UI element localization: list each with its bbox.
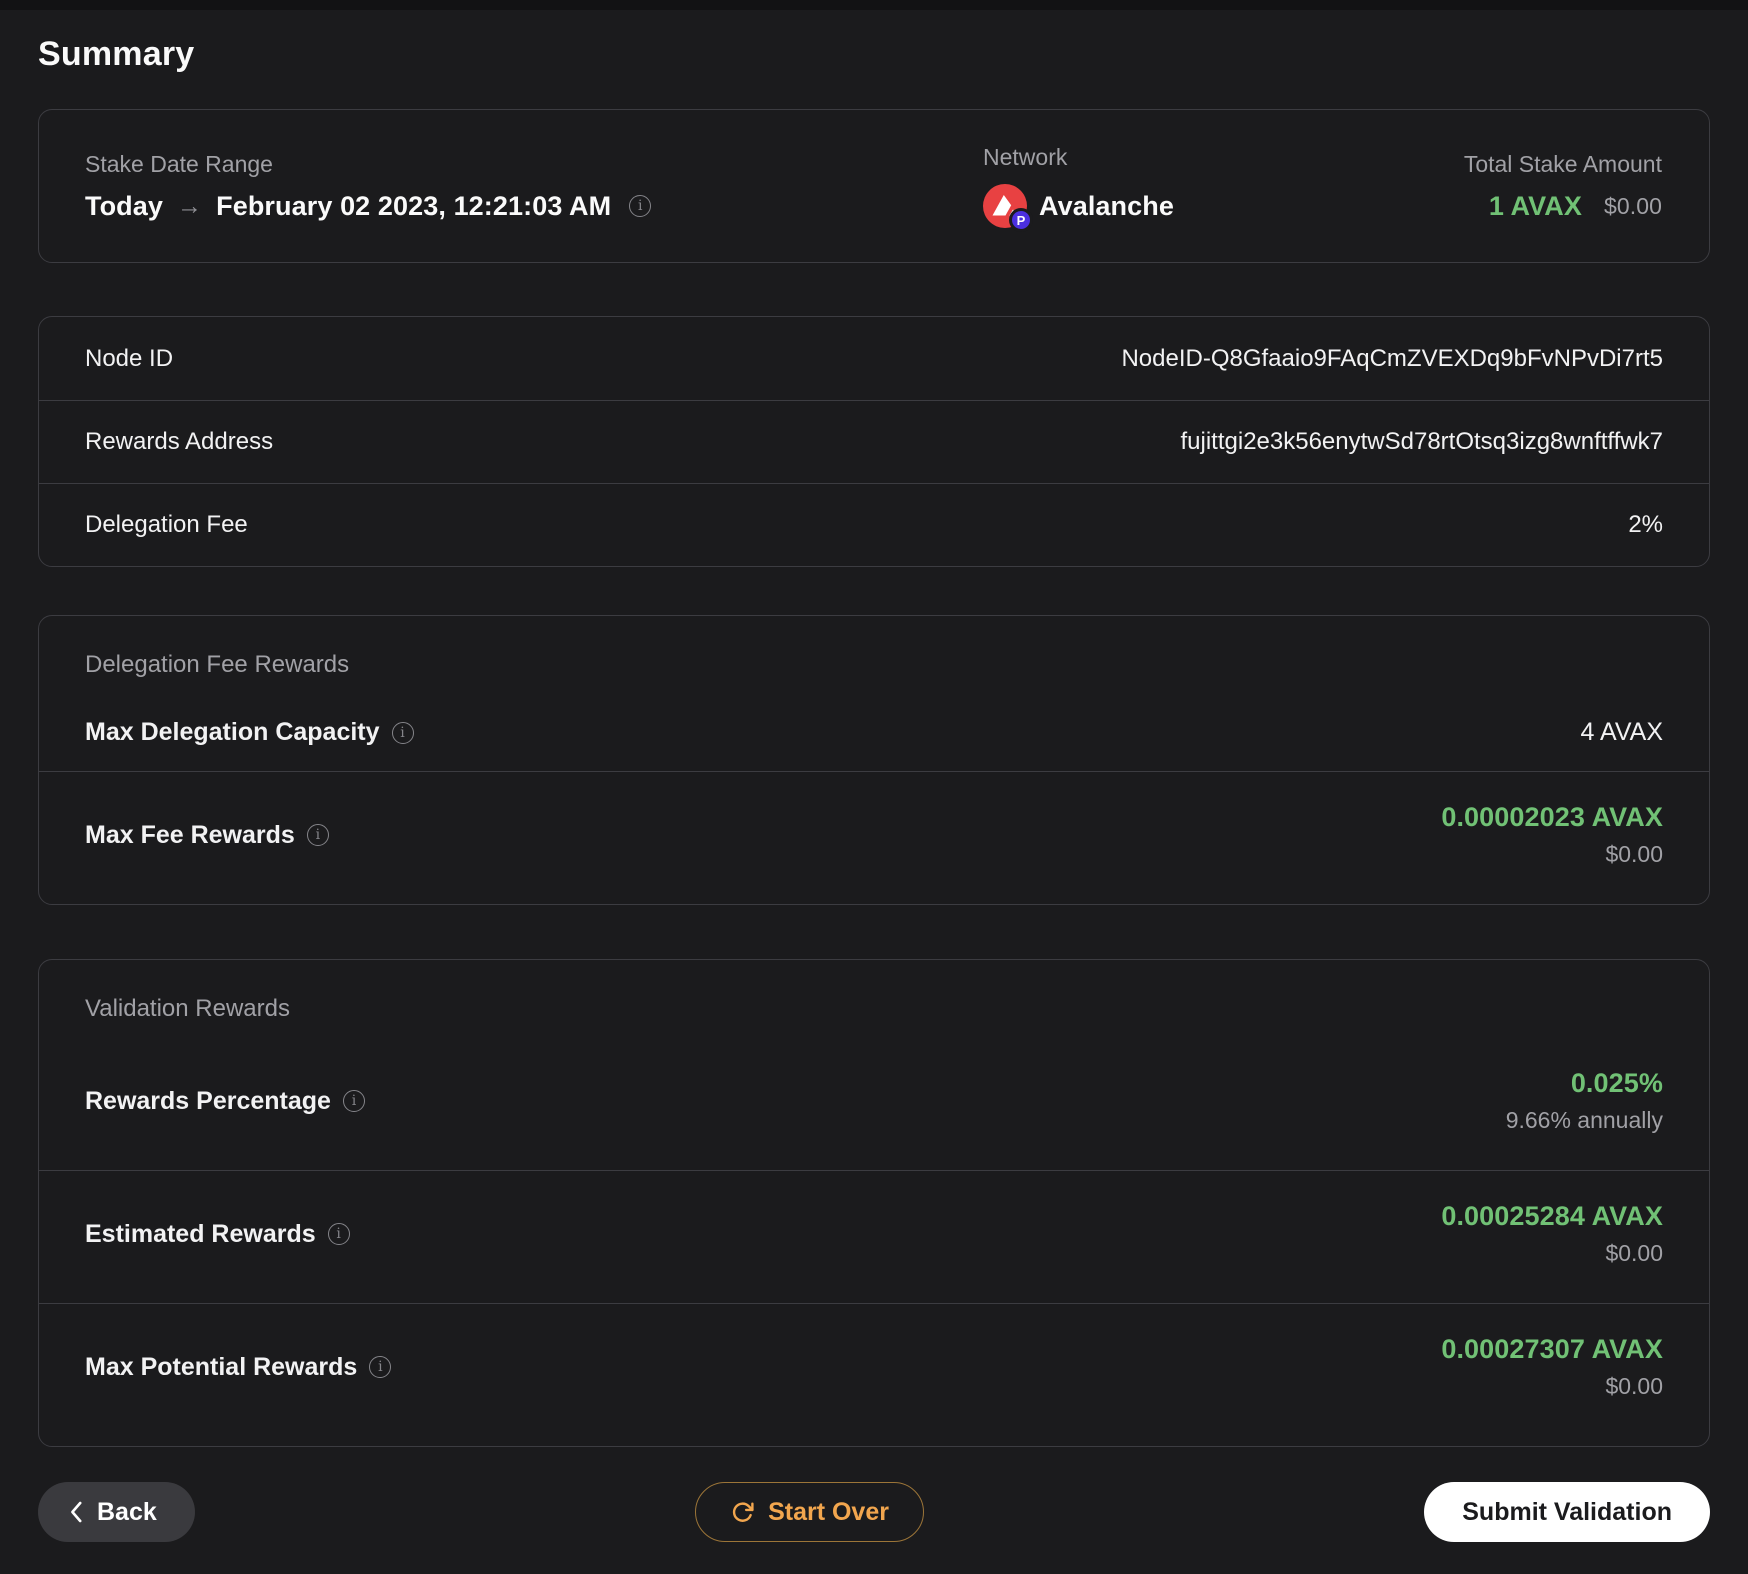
validator-details-card: Node ID NodeID-Q8Gfaaio9FAqCmZVEXDq9bFvN… [38, 316, 1710, 567]
stake-date-to: February 02 2023, 12:21:03 AM [216, 190, 612, 221]
arrow-right-icon: → [177, 191, 203, 220]
table-row-delegation-fee: Delegation Fee 2% [39, 483, 1709, 566]
delegation-fee-rewards-card: Delegation Fee Rewards Max Delegation Ca… [38, 615, 1710, 905]
max-potential-rewards-values: 0.00027307 AVAX $0.00 [1441, 1334, 1663, 1400]
estimated-rewards-text: Estimated Rewards [85, 1219, 316, 1248]
network-name: Avalanche [1039, 190, 1174, 221]
validation-rewards-title: Validation Rewards [85, 995, 290, 1022]
delegation-fee-label: Delegation Fee [85, 511, 248, 538]
max-delegation-capacity-text: Max Delegation Capacity [85, 718, 380, 746]
rewards-percentage-text: Rewards Percentage [85, 1086, 331, 1115]
rewards-address-label: Rewards Address [85, 428, 274, 455]
info-icon[interactable] [306, 824, 329, 846]
max-potential-rewards-label: Max Potential Rewards [85, 1352, 392, 1382]
delegation-fee-rewards-title: Delegation Fee Rewards [85, 651, 350, 678]
max-delegation-capacity-label: Max Delegation Capacity [85, 718, 414, 747]
info-icon[interactable] [327, 1223, 350, 1245]
rewards-percentage-label: Rewards Percentage [85, 1087, 365, 1116]
delegation-fee-value: 2% [1628, 511, 1663, 538]
stake-date-from: Today [85, 190, 164, 221]
stake-date-range-group: Stake Date Range Today → February 02 202… [85, 151, 983, 222]
top-edge-strip [0, 0, 1748, 10]
info-icon[interactable] [342, 1090, 365, 1112]
submit-validation-button[interactable]: Submit Validation [1424, 1482, 1710, 1542]
max-potential-rewards-row: Max Potential Rewards 0.00027307 AVAX $0… [39, 1303, 1709, 1446]
chevron-left-icon [68, 1500, 84, 1524]
submit-validation-label: Submit Validation [1462, 1497, 1672, 1526]
estimated-rewards-usd: $0.00 [1605, 1240, 1663, 1266]
max-delegation-capacity-row: Max Delegation Capacity 4 AVAX [39, 694, 1709, 771]
rewards-percentage-row: Rewards Percentage 0.025% 9.66% annually [39, 1038, 1709, 1170]
max-fee-rewards-text: Max Fee Rewards [85, 820, 295, 849]
info-icon[interactable] [391, 721, 414, 744]
total-stake-usd: $0.00 [1603, 192, 1662, 219]
node-id-value: NodeID-Q8Gfaaio9FAqCmZVEXDq9bFvNPvDi7rt5 [1121, 344, 1663, 372]
total-stake-amount: 1 AVAX [1488, 190, 1582, 221]
node-id-label: Node ID [85, 344, 174, 372]
table-row-node-id: Node ID NodeID-Q8Gfaaio9FAqCmZVEXDq9bFvN… [39, 317, 1709, 400]
total-stake-group: Total Stake Amount 1 AVAX $0.00 [1464, 151, 1662, 222]
max-fee-rewards-row: Max Fee Rewards 0.00002023 AVAX $0.00 [39, 771, 1709, 904]
network-group: Network P Avalanche [983, 144, 1464, 232]
p-chain-badge: P [1009, 208, 1033, 232]
max-delegation-capacity-value: 4 AVAX [1580, 718, 1663, 746]
stake-overview-card: Stake Date Range Today → February 02 202… [38, 109, 1710, 263]
rewards-address-value: fujittgi2e3k56enytwSd78rtOtsq3izg8wnftff… [1180, 428, 1664, 455]
info-icon[interactable] [369, 1356, 392, 1378]
table-row-rewards-address: Rewards Address fujittgi2e3k56enytwSd78r… [39, 400, 1709, 483]
start-over-button-label: Start Over [768, 1497, 889, 1526]
network-value: P Avalanche [983, 184, 1464, 232]
avalanche-logo-icon: P [983, 184, 1033, 232]
network-label: Network [983, 144, 1068, 170]
stake-date-range-value: Today → February 02 2023, 12:21:03 AM [85, 191, 983, 222]
back-button[interactable]: Back [38, 1482, 195, 1542]
estimated-rewards-values: 0.00025284 AVAX $0.00 [1441, 1201, 1663, 1267]
info-icon[interactable] [629, 195, 652, 217]
validation-rewards-card: Validation Rewards Rewards Percentage 0.… [38, 959, 1710, 1447]
action-bar: Back Start Over Submit Validation [38, 1482, 1710, 1542]
max-fee-rewards-usd: $0.00 [1605, 841, 1663, 867]
rewards-percentage-annual: 9.66% annually [1505, 1107, 1663, 1133]
total-stake-label: Total Stake Amount [1463, 150, 1662, 177]
max-fee-rewards-value: 0.00002023 AVAX [1441, 802, 1663, 832]
refresh-icon [730, 1500, 755, 1525]
estimated-rewards-row: Estimated Rewards 0.00025284 AVAX $0.00 [39, 1170, 1709, 1303]
max-potential-rewards-text: Max Potential Rewards [85, 1352, 358, 1381]
stake-date-range-label: Stake Date Range [85, 150, 273, 177]
estimated-rewards-value: 0.00025284 AVAX [1441, 1201, 1663, 1231]
summary-page: Summary Stake Date Range Today → Februar… [0, 0, 1748, 1574]
max-fee-rewards-values: 0.00002023 AVAX $0.00 [1441, 802, 1663, 868]
rewards-percentage-value: 0.025% [1570, 1068, 1663, 1098]
total-stake-value: 1 AVAX $0.00 [1489, 191, 1662, 222]
estimated-rewards-label: Estimated Rewards [85, 1220, 350, 1249]
max-fee-rewards-label: Max Fee Rewards [85, 821, 329, 850]
max-potential-rewards-value: 0.00027307 AVAX [1441, 1334, 1663, 1364]
max-potential-rewards-usd: $0.00 [1605, 1373, 1663, 1399]
page-title: Summary [38, 35, 195, 73]
start-over-button[interactable]: Start Over [695, 1482, 924, 1542]
rewards-percentage-values: 0.025% 9.66% annually [1506, 1068, 1663, 1134]
back-button-label: Back [97, 1497, 157, 1526]
